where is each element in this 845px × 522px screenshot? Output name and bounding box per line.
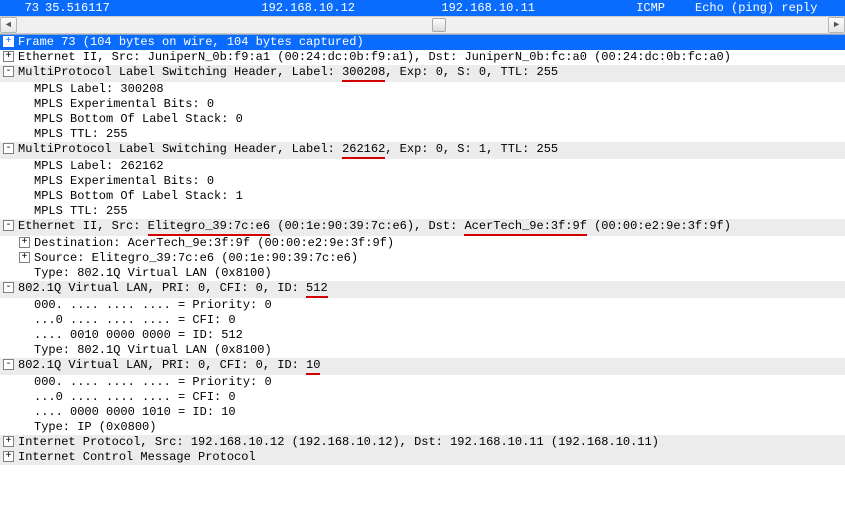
vlan2-id-hl: 10: [306, 358, 320, 375]
expand-icon[interactable]: +: [19, 252, 30, 263]
collapse-icon[interactable]: -: [3, 359, 14, 370]
icmp-summary: Internet Control Message Protocol: [18, 450, 256, 465]
expand-icon[interactable]: +: [19, 237, 30, 248]
vlan1-type: Type: 802.1Q Virtual LAN (0x8100): [0, 343, 845, 358]
mpls1-bos: MPLS Bottom Of Label Stack: 0: [0, 112, 845, 127]
scrollbar-track[interactable]: [17, 17, 828, 33]
expand-icon[interactable]: +: [3, 36, 14, 47]
expand-icon[interactable]: +: [3, 51, 14, 62]
vlan2-id: .... 0000 0000 1010 = ID: 10: [0, 405, 845, 420]
col-time: 35.516117: [45, 1, 165, 15]
tree-vlan-inner[interactable]: - 802.1Q Virtual LAN, PRI: 0, CFI: 0, ID…: [0, 358, 845, 375]
mpls1-ttl: MPLS TTL: 255: [0, 127, 845, 142]
col-number: 73: [0, 1, 45, 15]
col-info: Echo (ping) reply: [665, 1, 845, 15]
mpls1-label: MPLS Label: 300208: [0, 82, 845, 97]
tree-vlan-outer[interactable]: - 802.1Q Virtual LAN, PRI: 0, CFI: 0, ID…: [0, 281, 845, 298]
scrollbar-thumb[interactable]: [432, 18, 446, 32]
collapse-icon[interactable]: -: [3, 66, 14, 77]
tree-mpls-1[interactable]: - MultiProtocol Label Switching Header, …: [0, 65, 845, 82]
col-destination: 192.168.10.11: [355, 1, 535, 15]
collapse-icon[interactable]: -: [3, 143, 14, 154]
mpls2-exp: MPLS Experimental Bits: 0: [0, 174, 845, 189]
eth-inner-dst-hl: AcerTech_9e:3f:9f: [464, 219, 586, 236]
tree-icmp[interactable]: + Internet Control Message Protocol: [0, 450, 845, 465]
eth-inner-type: Type: 802.1Q Virtual LAN (0x8100): [0, 266, 845, 281]
packet-list-selected-row[interactable]: 73 35.516117 192.168.10.12 192.168.10.11…: [0, 0, 845, 16]
mpls1-post: , Exp: 0, S: 0, TTL: 255: [385, 65, 558, 80]
collapse-icon[interactable]: -: [3, 282, 14, 293]
mpls2-bos: MPLS Bottom Of Label Stack: 1: [0, 189, 845, 204]
expand-icon[interactable]: +: [3, 436, 14, 447]
ip-summary: Internet Protocol, Src: 192.168.10.12 (1…: [18, 435, 659, 450]
tree-mpls-2[interactable]: - MultiProtocol Label Switching Header, …: [0, 142, 845, 159]
vlan1-id: .... 0010 0000 0000 = ID: 512: [0, 328, 845, 343]
col-source: 192.168.10.12: [165, 1, 355, 15]
eth-inner-dst[interactable]: + Destination: AcerTech_9e:3f:9f (00:00:…: [0, 236, 845, 251]
scrollbar-left-arrow[interactable]: ◄: [0, 17, 17, 33]
mpls1-pre: MultiProtocol Label Switching Header, La…: [18, 65, 342, 80]
tree-ethernet-outer[interactable]: + Ethernet II, Src: JuniperN_0b:f9:a1 (0…: [0, 50, 845, 65]
vlan1-pri: 000. .... .... .... = Priority: 0: [0, 298, 845, 313]
vlan1-cfi: ...0 .... .... .... = CFI: 0: [0, 313, 845, 328]
mpls2-post: , Exp: 0, S: 1, TTL: 255: [385, 142, 558, 157]
mpls1-label-hl: 300208: [342, 65, 385, 82]
expand-icon[interactable]: +: [3, 451, 14, 462]
eth-outer-summary: Ethernet II, Src: JuniperN_0b:f9:a1 (00:…: [18, 50, 731, 65]
tree-ip[interactable]: + Internet Protocol, Src: 192.168.10.12 …: [0, 435, 845, 450]
mpls2-ttl: MPLS TTL: 255: [0, 204, 845, 219]
vlan2-type: Type: IP (0x0800): [0, 420, 845, 435]
scrollbar-right-arrow[interactable]: ►: [828, 17, 845, 33]
packet-details-tree[interactable]: + Frame 73 (104 bytes on wire, 104 bytes…: [0, 34, 845, 465]
tree-ethernet-inner[interactable]: - Ethernet II, Src: Elitegro_39:7c:e6 (0…: [0, 219, 845, 236]
vlan2-cfi: ...0 .... .... .... = CFI: 0: [0, 390, 845, 405]
tree-frame[interactable]: + Frame 73 (104 bytes on wire, 104 bytes…: [0, 35, 845, 50]
eth-inner-src[interactable]: + Source: Elitegro_39:7c:e6 (00:1e:90:39…: [0, 251, 845, 266]
mpls1-exp: MPLS Experimental Bits: 0: [0, 97, 845, 112]
packet-list-scrollbar[interactable]: ◄ ►: [0, 16, 845, 34]
eth-inner-src-hl: Elitegro_39:7c:e6: [148, 219, 270, 236]
vlan2-pri: 000. .... .... .... = Priority: 0: [0, 375, 845, 390]
mpls2-pre: MultiProtocol Label Switching Header, La…: [18, 142, 342, 157]
collapse-icon[interactable]: -: [3, 220, 14, 231]
col-protocol: ICMP: [535, 1, 665, 15]
frame-summary: Frame 73 (104 bytes on wire, 104 bytes c…: [18, 35, 364, 50]
vlan1-id-hl: 512: [306, 281, 328, 298]
mpls2-label-hl: 262162: [342, 142, 385, 159]
mpls2-label: MPLS Label: 262162: [0, 159, 845, 174]
